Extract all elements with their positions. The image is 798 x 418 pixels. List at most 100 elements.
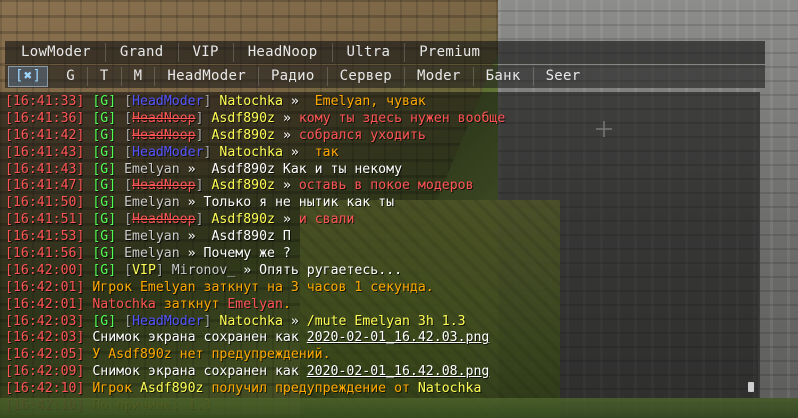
chat-tab-радио[interactable]: Радио bbox=[259, 67, 328, 86]
chat-segment: » bbox=[282, 94, 307, 109]
chat-scrollbar[interactable] bbox=[748, 382, 754, 392]
chat-segment: » bbox=[275, 212, 299, 228]
chat-message: [16:41:53] [G] Emelyan » Asdf890z П bbox=[5, 229, 746, 246]
chat-segment: [G] bbox=[84, 127, 125, 143]
chat-segment: [16:41:53] bbox=[5, 229, 85, 245]
chat-segment: собрался уходить bbox=[298, 127, 426, 143]
chat-segment: [G] bbox=[84, 313, 125, 329]
chat-segment: Emelyan, чувак bbox=[306, 94, 426, 109]
chat-segment: HeadModer bbox=[132, 94, 204, 109]
chat-segment: » bbox=[282, 144, 307, 160]
chat-tab-банк[interactable]: Банк bbox=[474, 67, 534, 86]
chat-tab-lowmoder[interactable]: LowModer bbox=[5, 43, 106, 62]
chat-tab-headmoder[interactable]: HeadModer bbox=[155, 67, 259, 86]
chat-message: [16:42:00] [G] [VIP] Mironov_ » Опять ру… bbox=[5, 263, 746, 280]
chat-segment: [G] bbox=[84, 195, 125, 211]
chat-segment: HeadNoop bbox=[132, 178, 196, 194]
chat-tab-ultra[interactable]: Ultra bbox=[333, 43, 406, 62]
chat-segment: Опять ругаетесь... bbox=[259, 262, 403, 278]
chat-segment: [16:42:09] bbox=[5, 364, 85, 380]
chat-window: [16:41:33] [G] [ HeadModer] Natochka » Em… bbox=[0, 92, 760, 413]
chat-segment: [ bbox=[124, 178, 133, 194]
chat-segment: HeadNoop bbox=[132, 127, 196, 143]
chat-segment: » bbox=[179, 229, 204, 245]
chat-segment: [16:42:01] bbox=[5, 296, 85, 312]
chat-segment: [16:42:00] bbox=[5, 262, 85, 278]
chat-tab-сервер[interactable]: Сервер bbox=[328, 67, 405, 86]
chat-segment: Asdf890z Как и ты некому bbox=[203, 161, 403, 177]
chat-segment: Emelyan bbox=[124, 195, 180, 211]
chat-message: [16:41:42] [G] [HeadNoop] Asdf890z » соб… bbox=[5, 128, 746, 145]
chat-segment: Снимок экрана сохранен как bbox=[84, 330, 307, 346]
chat-segment: Asdf890z bbox=[211, 110, 276, 126]
chat-segment: Natochka bbox=[219, 144, 283, 160]
chat-segment: [16:42:03] bbox=[5, 313, 85, 329]
chat-tab-premium[interactable]: Premium bbox=[405, 43, 494, 62]
chat-segment: [16:41:33] bbox=[5, 94, 85, 109]
chat-segment: [16:41:43] bbox=[5, 161, 85, 177]
chat-message: [16:41:43] [G] [HeadModer] Natochka » та… bbox=[5, 145, 746, 162]
chat-segment: » bbox=[179, 161, 204, 177]
chat-tabs-row-1: LowModer Grand VIP HeadNoop Ultra Premium bbox=[5, 41, 765, 64]
chat-segment: Natochka bbox=[219, 313, 283, 329]
chat-segment: Asdf890z bbox=[139, 381, 204, 397]
chat-segment: [ bbox=[124, 262, 133, 278]
chat-segment: ] bbox=[203, 144, 220, 160]
chat-segment: [G] bbox=[84, 161, 125, 177]
chat-segment: » bbox=[179, 246, 204, 262]
chat-message: [16:41:33] [G] [HeadModer] Natochka » Em… bbox=[5, 94, 746, 111]
chat-segment: Emelyan bbox=[124, 229, 180, 245]
chat-message: [16:42:03] [G] [HeadModer] Natochka » /m… bbox=[5, 314, 746, 331]
chat-segment: » bbox=[275, 178, 299, 194]
chat-segment: [16:41:47] bbox=[5, 178, 85, 194]
chat-segment: [16:41:56] bbox=[5, 246, 85, 262]
chat-segment: Mironov_ bbox=[171, 262, 236, 278]
chat-segment: . bbox=[282, 296, 291, 312]
chat-tab-seer[interactable]: Seer bbox=[534, 67, 593, 86]
chat-tab-moder[interactable]: Moder bbox=[405, 67, 474, 86]
chat-segment: [16:42:05] bbox=[5, 347, 85, 363]
chat-segment: /mute Emelyan 3h 1.3 bbox=[306, 313, 466, 329]
chat-tab-m[interactable]: M bbox=[122, 67, 156, 86]
chat-message: [16:41:51] [G] [HeadNoop] Asdf890z » и с… bbox=[5, 212, 746, 229]
chat-tab-t[interactable]: T bbox=[88, 67, 122, 86]
chat-tab-vip[interactable]: VIP bbox=[179, 43, 234, 62]
chat-tab-headnoop[interactable]: HeadNoop bbox=[234, 43, 333, 62]
chat-segment: Natochka bbox=[219, 94, 283, 109]
chat-segment: » bbox=[275, 127, 299, 143]
chat-messages: [16:41:33] [G] [ HeadModer] Natochka » Em… bbox=[5, 94, 746, 415]
chat-tab-close-all[interactable]: [✖] bbox=[8, 66, 49, 87]
chat-segment: ] bbox=[203, 313, 220, 329]
chat-segment: У Asdf890z нет предупреждений. bbox=[84, 347, 331, 363]
chat-segment: » bbox=[282, 313, 307, 329]
chat-segment: Почему же ? bbox=[203, 246, 291, 262]
chat-segment: ] bbox=[155, 262, 172, 278]
chat-tab-grand[interactable]: Grand bbox=[106, 43, 179, 62]
chat-segment: Natochka bbox=[92, 296, 156, 312]
chat-segment: Снимок экрана сохранен как bbox=[84, 364, 307, 380]
chat-segment: [ bbox=[124, 313, 133, 329]
chat-segment: и свали bbox=[298, 212, 355, 228]
screenshot-link[interactable]: 2020-02-01_16.42.03.png bbox=[307, 330, 490, 345]
chat-segment: [16:42:03] bbox=[5, 330, 85, 346]
chat-message: [16:41:43] [G] Emelyan » Asdf890z Как и … bbox=[5, 162, 746, 179]
chat-segment: Asdf890z bbox=[211, 178, 276, 194]
chat-segment: [G] bbox=[84, 94, 125, 109]
chat-segment: так bbox=[306, 144, 339, 160]
chat-segment: Natochka bbox=[417, 381, 482, 397]
chat-segment: [16:41:51] bbox=[5, 212, 85, 228]
chat-segment: оставь в покое модеров bbox=[298, 178, 474, 194]
chat-segment: [16:41:43] bbox=[5, 144, 85, 160]
chat-message: [16:41:50] [G] Emelyan » Только я не ныт… bbox=[5, 195, 746, 212]
chat-segment: [16:41:50] bbox=[5, 195, 85, 211]
chat-tab-g[interactable]: G bbox=[54, 67, 88, 86]
chat-segment: Игрок Emelyan заткнут на 3 часов 1 секун… bbox=[84, 279, 434, 295]
chat-segment: ] bbox=[195, 127, 212, 143]
chat-segment: ] bbox=[195, 178, 212, 194]
chat-segment: [ bbox=[124, 144, 133, 160]
chat-segment: [ bbox=[124, 212, 133, 228]
chat-segment: получил предупреждение от bbox=[203, 381, 418, 397]
ground-strip bbox=[0, 398, 798, 418]
screenshot-link[interactable]: 2020-02-01_16.42.08.png bbox=[307, 364, 490, 379]
chat-segment: ] bbox=[195, 110, 212, 126]
